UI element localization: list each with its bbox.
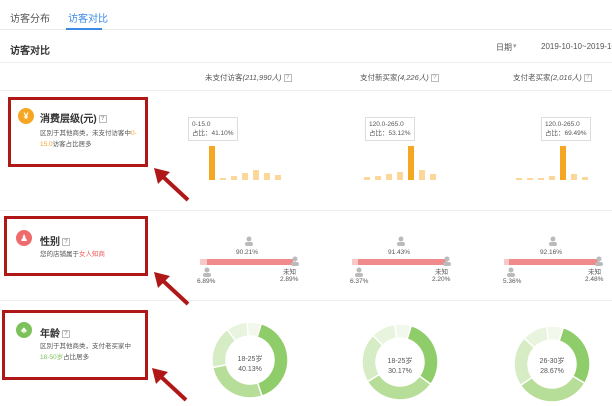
tab-bar: 访客分布 访客对比 bbox=[0, 0, 612, 30]
person-icon bbox=[245, 236, 253, 246]
unknown-label: 未知 bbox=[283, 269, 296, 276]
section-title: 访客对比 bbox=[10, 46, 50, 57]
question-mark-icon[interactable]: ? bbox=[283, 74, 292, 83]
column-header-new-buyers: 支付新买家(4,226人)? bbox=[360, 72, 439, 83]
spend-bar[interactable] bbox=[430, 173, 436, 180]
unknown-pct: 2.89% bbox=[280, 276, 299, 283]
question-mark-icon[interactable]: ? bbox=[583, 74, 592, 83]
gender-bar-male[interactable] bbox=[200, 259, 207, 265]
divider bbox=[0, 90, 612, 91]
gender-card bbox=[4, 216, 148, 276]
column-header-old-buyers: 支付老买家(2,016人)? bbox=[513, 72, 592, 83]
person-icon bbox=[291, 256, 299, 266]
person-icon bbox=[595, 256, 603, 266]
spend-bar[interactable] bbox=[538, 177, 544, 180]
gender-bar-female[interactable] bbox=[358, 259, 446, 265]
spend-bar[interactable] bbox=[253, 170, 259, 180]
male-pct: 6.89% bbox=[197, 278, 216, 285]
spend-bar[interactable] bbox=[375, 176, 381, 180]
tab-visitor-compare[interactable]: 访客对比 bbox=[68, 10, 108, 25]
spend-bar[interactable] bbox=[516, 178, 522, 180]
donut-age-pct: 40.13% bbox=[238, 366, 262, 373]
red-arrow-icon bbox=[154, 272, 190, 306]
gender-bar-female[interactable] bbox=[206, 259, 294, 265]
spend-tooltip: 120.0-265.0 占比：69.49% bbox=[541, 117, 591, 141]
male-pct: 6.37% bbox=[350, 278, 369, 285]
male-pct: 5.36% bbox=[503, 278, 522, 285]
donut-age-pct: 28.67% bbox=[540, 368, 564, 375]
spend-bar[interactable] bbox=[220, 177, 226, 180]
column-header-unpaid: 未支付访客(211,990人)? bbox=[205, 72, 292, 83]
spend-bar[interactable] bbox=[527, 178, 533, 180]
spend-bar[interactable] bbox=[408, 146, 414, 180]
divider bbox=[0, 210, 612, 211]
spend-tooltip: 120.0-265.0 占比：53.12% bbox=[365, 117, 415, 141]
person-group-icon: ♟ bbox=[16, 230, 32, 246]
spend-bar[interactable] bbox=[209, 146, 215, 180]
gender-title: 性别? bbox=[40, 233, 70, 248]
spend-bar[interactable] bbox=[231, 175, 237, 180]
tab-visitor-distribution[interactable]: 访客分布 bbox=[10, 10, 50, 25]
spend-bar[interactable] bbox=[364, 177, 370, 180]
age-title: 年龄? bbox=[40, 325, 70, 340]
active-tab-indicator bbox=[66, 28, 102, 30]
female-pct: 91.43% bbox=[388, 249, 411, 256]
red-arrow-icon bbox=[152, 368, 188, 402]
divider bbox=[0, 62, 612, 63]
spend-bar[interactable] bbox=[275, 175, 281, 180]
donut-age-label: 18-25岁 bbox=[387, 358, 413, 365]
question-mark-icon[interactable]: ? bbox=[98, 115, 107, 124]
question-mark-icon[interactable]: ? bbox=[430, 74, 439, 83]
age-chart-icon: ♣ bbox=[16, 322, 32, 338]
spend-level-title: 消费层级(元)? bbox=[40, 110, 107, 125]
person-icon bbox=[397, 236, 405, 246]
divider bbox=[0, 300, 612, 301]
chevron-down-icon[interactable]: ▾ bbox=[513, 42, 517, 50]
question-mark-icon[interactable]: ? bbox=[62, 330, 70, 339]
date-range: 2019-10-10~2019-10 bbox=[541, 42, 612, 51]
female-pct: 90.21% bbox=[236, 249, 259, 256]
red-arrow-icon bbox=[154, 168, 190, 202]
visitor-compare-page: 访客分布 访客对比 访客对比 日期 ▾ 2019-10-10~2019-10 未… bbox=[0, 0, 612, 406]
spend-bar[interactable] bbox=[242, 172, 248, 180]
person-icon bbox=[507, 267, 515, 277]
donut-age-label: 26-30岁 bbox=[539, 358, 565, 365]
spend-bar[interactable] bbox=[571, 174, 577, 180]
donut-slice[interactable] bbox=[519, 375, 586, 403]
age-desc: 区別于其他商类，支付老买家中18-50岁占比居多 bbox=[40, 343, 131, 361]
spend-bar[interactable] bbox=[264, 173, 270, 180]
date-dropdown[interactable]: 日期 bbox=[496, 42, 512, 53]
spend-bar[interactable] bbox=[549, 176, 555, 180]
unknown-pct: 2.20% bbox=[432, 276, 451, 283]
donut-slice[interactable] bbox=[366, 373, 432, 401]
gender-desc: 您的店铺属于女人知商 bbox=[40, 251, 105, 258]
spend-bar[interactable] bbox=[419, 170, 425, 180]
person-icon bbox=[355, 267, 363, 277]
spend-level-desc: 区別于其他商类，未支付访客中0-15.0访客占比居多 bbox=[40, 130, 137, 148]
donut-age-label: 18-25岁 bbox=[237, 356, 263, 363]
person-icon bbox=[549, 236, 557, 246]
spend-bar[interactable] bbox=[582, 176, 588, 180]
person-icon bbox=[203, 267, 211, 277]
unknown-label: 未知 bbox=[435, 269, 448, 276]
donut-age-pct: 30.17% bbox=[388, 368, 412, 375]
spend-tooltip: 0-15.0 占比：41.10% bbox=[188, 117, 238, 141]
donut-slice[interactable] bbox=[406, 324, 439, 386]
person-icon bbox=[443, 256, 451, 266]
spend-bar[interactable] bbox=[397, 171, 403, 180]
unknown-label: 未知 bbox=[588, 269, 601, 276]
spend-bar[interactable] bbox=[560, 146, 566, 180]
gender-bar-female[interactable] bbox=[509, 259, 598, 265]
spend-bar[interactable] bbox=[386, 174, 392, 180]
question-mark-icon[interactable]: ? bbox=[62, 238, 70, 247]
unknown-pct: 2.48% bbox=[585, 276, 604, 283]
female-pct: 92.16% bbox=[540, 249, 563, 256]
yen-icon: ¥ bbox=[18, 108, 34, 124]
